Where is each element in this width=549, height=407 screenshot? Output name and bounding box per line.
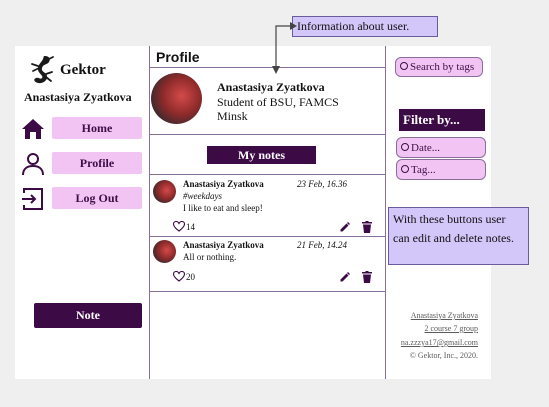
filter-date-button[interactable]: Date... [396,137,486,158]
logout-button[interactable]: Log Out [52,187,142,209]
note-tag[interactable]: #weekdays [183,191,222,201]
note-avatar [153,240,176,263]
note-date: 23 Feb, 16.36 [297,179,347,189]
divider [150,291,385,292]
like-count: 14 [186,222,195,232]
note-author: Anastasiya Zyatkova [183,240,264,250]
filter-tag-button[interactable]: Tag... [396,159,486,180]
left-sidebar: Gektor Anastasiya Zyatkova Home Profile … [15,46,150,379]
divider [150,134,385,135]
person-icon [22,153,44,176]
my-notes-button[interactable]: My notes [207,146,316,164]
profile-name: Anastasiya Zyatkova [217,80,325,94]
sidebar-item-profile[interactable]: Profile [21,152,147,176]
heart-icon[interactable] [173,271,185,282]
delete-trash-icon[interactable] [362,221,372,233]
footer-copyright: © Gektor, Inc., 2020. [409,351,478,360]
profile-city: Minsk [217,109,248,123]
logout-icon [22,188,43,210]
edit-pencil-icon[interactable] [339,271,351,283]
callout-arrow [272,22,297,74]
note-text: All or nothing. [183,252,237,262]
lizard-logo-icon [31,56,54,84]
note-text: I like to eat and sleep! [183,203,263,213]
profile-button[interactable]: Profile [52,152,142,174]
heart-icon[interactable] [173,221,185,232]
home-button[interactable]: Home [52,117,142,139]
footer-name-link[interactable]: Anastasiya Zyatkova [411,311,478,320]
search-by-tags-button[interactable]: Search by tags [395,57,483,77]
search-icon [400,62,408,70]
sidebar-user-name: Anastasiya Zyatkova [24,90,132,104]
sidebar-item-logout[interactable]: Log Out [21,187,147,211]
note-item: Anastasiya Zyatkova 23 Feb, 16.36 #weekd… [150,175,385,235]
filter-title: Filter by... [399,109,485,131]
profile-main: Profile Anastasiya Zyatkova Student of B… [150,46,385,379]
footer-email-link[interactable]: na.zzzya17@gmail.com [401,338,478,347]
search-icon [401,142,409,151]
new-note-button[interactable]: Note [34,303,142,328]
buttons-callout: With these buttons user can edit and del… [388,207,529,265]
edit-pencil-icon[interactable] [339,221,351,233]
home-icon [22,119,44,139]
note-date: 21 Feb, 14.24 [297,240,347,250]
info-callout: Information about user. [292,16,438,37]
profile-study: Student of BSU, FAMCS [217,95,339,109]
search-icon [401,164,409,173]
sidebar-item-home[interactable]: Home [21,117,147,141]
filter-date-label: Date... [411,141,441,154]
note-author: Anastasiya Zyatkova [183,179,264,189]
brand-name: Gektor [60,62,106,78]
search-by-tags-label: Search by tags [410,61,475,73]
note-avatar [153,180,176,203]
note-item: Anastasiya Zyatkova 21 Feb, 14.24 All or… [150,237,385,297]
footer-course-link[interactable]: 2 course 7 group [424,324,478,333]
delete-trash-icon[interactable] [362,271,372,283]
profile-avatar [151,73,202,124]
filter-tag-label: Tag... [411,163,436,176]
like-count: 20 [186,272,195,282]
